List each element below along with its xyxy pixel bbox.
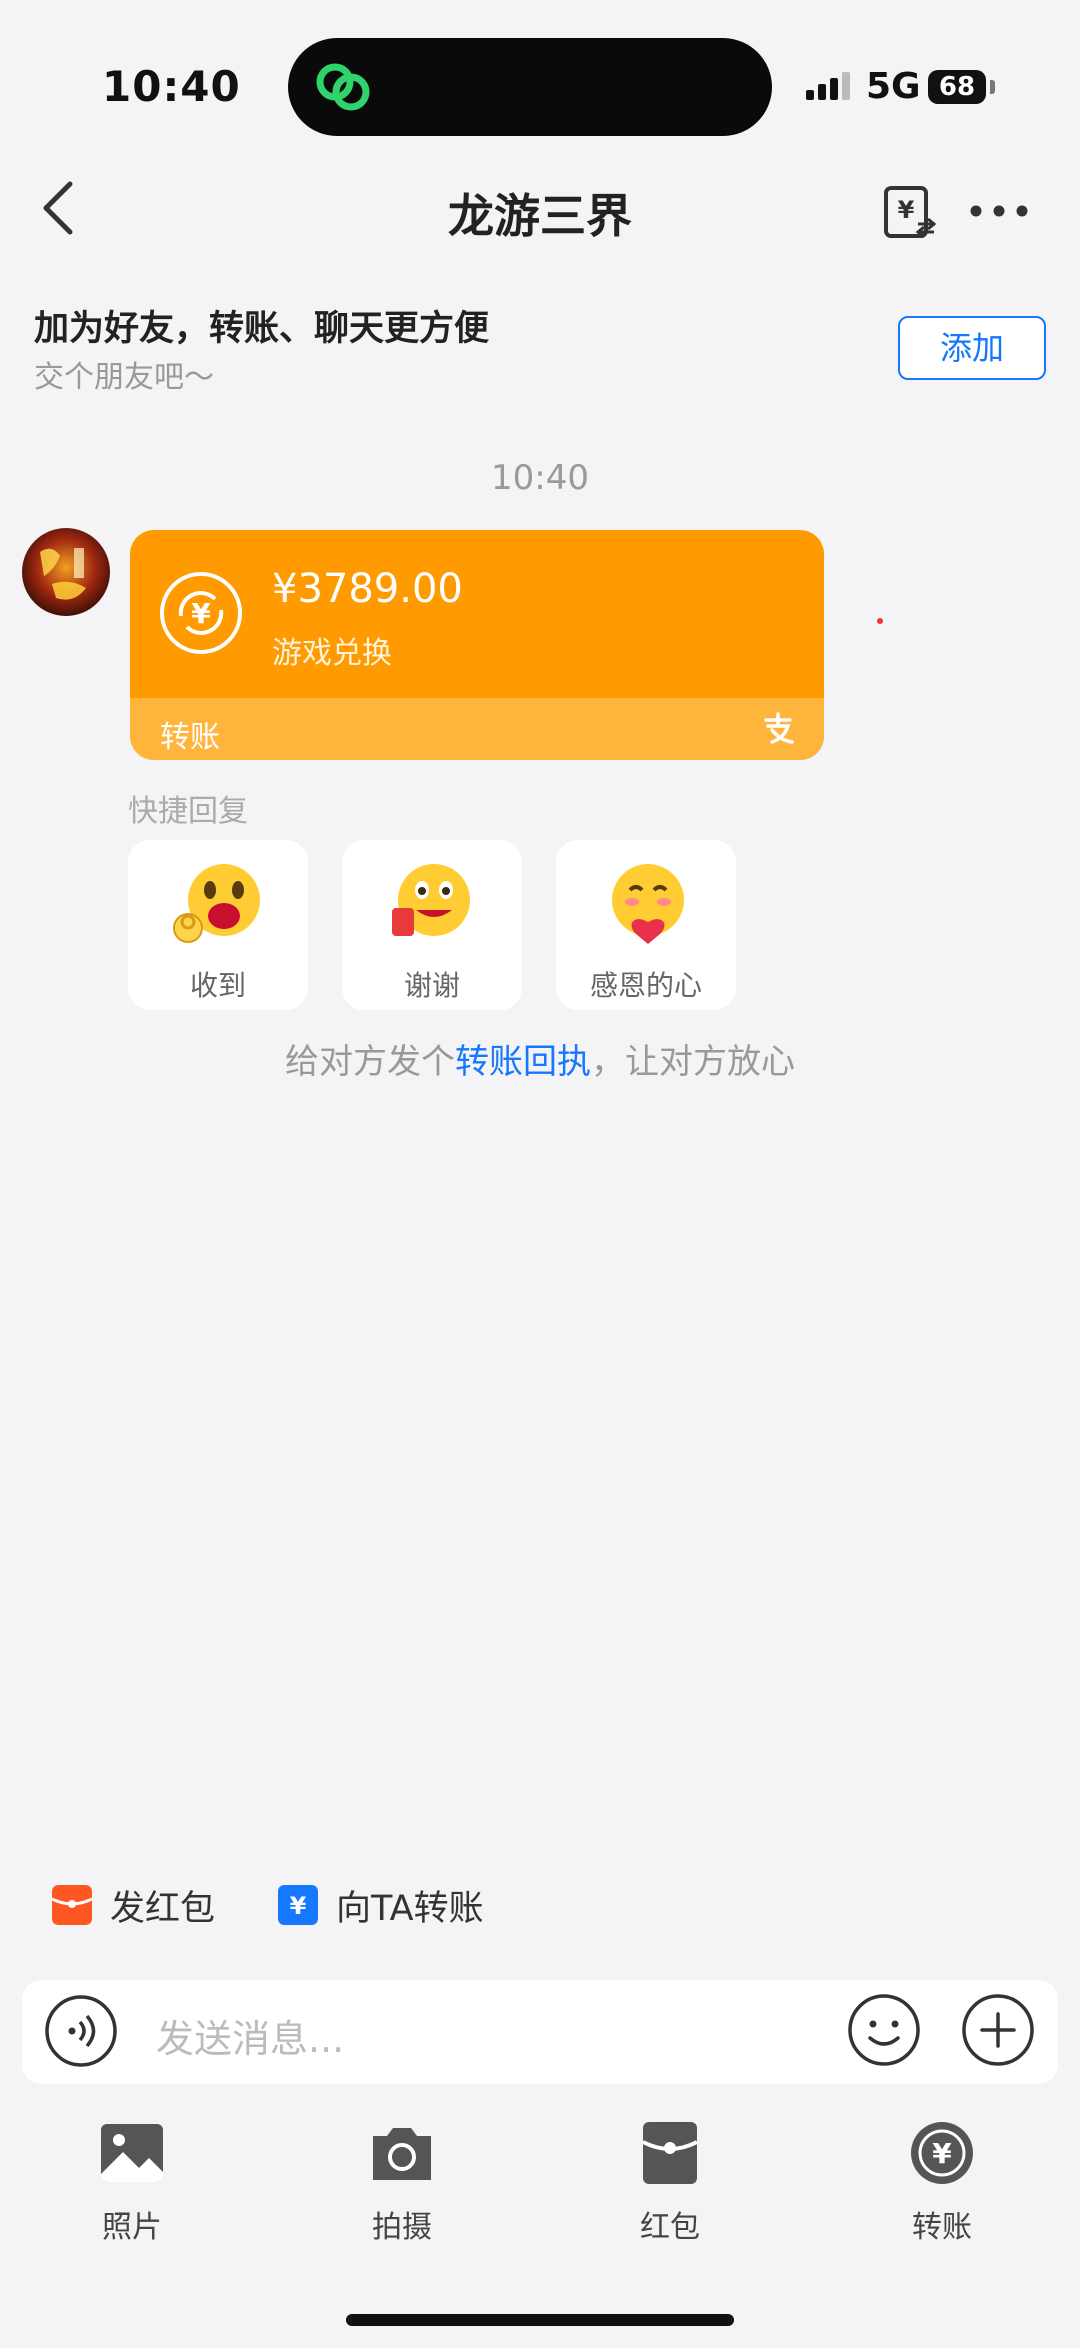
plus-icon[interactable] xyxy=(960,1992,1036,2068)
unread-dot xyxy=(877,618,883,624)
svg-text:¥: ¥ xyxy=(290,1892,307,1920)
quick-reply-label: 快捷回复 xyxy=(128,794,248,829)
red-packet-icon xyxy=(52,1885,92,1925)
svg-text:¥: ¥ xyxy=(932,2137,952,2170)
toolbar-photos-label: 照片 xyxy=(102,2210,162,2245)
more-icon[interactable] xyxy=(968,194,1030,228)
photo-icon xyxy=(101,2124,163,2182)
toolbar-camera-label: 拍摄 xyxy=(372,2210,432,2245)
toolbar-transfer[interactable]: ¥ 转账 xyxy=(862,2118,1022,2246)
thanks-emoji-icon xyxy=(392,864,470,936)
transfer-to-user-label: 向TA转账 xyxy=(336,1888,484,1929)
home-indicator[interactable] xyxy=(346,2314,734,2326)
transfer-to-user-action[interactable]: ¥ 向TA转账 xyxy=(278,1880,484,1930)
promo-subtitle: 交个朋友吧～ xyxy=(34,360,214,395)
battery-tip xyxy=(990,80,995,94)
svg-text:¥: ¥ xyxy=(898,196,915,224)
quick-reply-received[interactable]: 收到 xyxy=(128,840,308,1010)
toolbar-photos[interactable]: 照片 xyxy=(52,2118,212,2246)
alipay-icon xyxy=(764,712,794,744)
grateful-emoji-icon xyxy=(612,864,684,944)
receipt-link[interactable]: 转账回执 xyxy=(455,1042,591,1082)
receipt-hint: 给对方发个转账回执，让对方放心 xyxy=(0,1034,1080,1083)
transfer-icon: ¥ xyxy=(278,1885,318,1925)
svg-text:¥: ¥ xyxy=(191,597,211,630)
quick-reply-thanks[interactable]: 谢谢 xyxy=(342,840,522,1010)
network-type: 5G xyxy=(866,66,921,107)
camera-icon xyxy=(373,2128,431,2180)
receipt-hint-after: ，让对方放心 xyxy=(591,1042,795,1082)
add-friend-button[interactable]: 添加 xyxy=(898,316,1046,380)
transfer-amount: ¥3789.00 xyxy=(272,566,463,612)
transfer-description: 游戏兑换 xyxy=(272,636,392,671)
toolbar-camera[interactable]: 拍摄 xyxy=(322,2118,482,2246)
message-timestamp: 10:40 xyxy=(491,458,589,498)
toolbar-red-packet-label: 红包 xyxy=(640,2210,700,2245)
status-time: 10:40 xyxy=(102,62,241,111)
promo-title: 加为好友，转账、聊天更方便 xyxy=(34,309,490,349)
transfer-circle-icon: ¥ xyxy=(911,2122,973,2184)
toolbar-transfer-label: 转账 xyxy=(912,2210,972,2245)
toolbar-red-packet[interactable]: 红包 xyxy=(590,2118,750,2246)
message-input-bar: 发送消息... xyxy=(22,1980,1058,2084)
red-packet-outline-icon xyxy=(642,2122,698,2184)
battery-level: 68 xyxy=(928,70,986,104)
send-red-packet-label: 发红包 xyxy=(110,1888,216,1929)
quick-reply-label-0: 收到 xyxy=(189,969,246,1002)
transfer-card-footer-label: 转账 xyxy=(160,720,220,755)
transfer-yuan-icon: ¥ xyxy=(160,572,242,654)
message-input[interactable]: 发送消息... xyxy=(156,2008,344,2063)
receipt-hint-before: 给对方发个 xyxy=(285,1042,455,1082)
quick-reply-label-1: 谢谢 xyxy=(403,969,460,1002)
quick-reply-label-2: 感恩的心 xyxy=(589,969,702,1002)
transfer-card-footer: 转账 xyxy=(130,698,824,760)
quick-reply-grateful[interactable]: 感恩的心 xyxy=(556,840,736,1010)
avatar[interactable] xyxy=(22,528,110,616)
ok-hand-emoji-icon xyxy=(173,864,260,943)
voice-icon[interactable] xyxy=(44,1994,118,2068)
transfer-record-icon[interactable]: ¥ xyxy=(882,184,938,240)
dynamic-island xyxy=(288,38,772,136)
emoji-icon[interactable] xyxy=(846,1992,922,2068)
transfer-card[interactable]: ¥ ¥3789.00 游戏兑换 转账 xyxy=(130,530,824,760)
send-red-packet-action[interactable]: 发红包 xyxy=(52,1880,215,1930)
app-logo-icon xyxy=(316,63,370,111)
signal-icon xyxy=(806,72,850,100)
